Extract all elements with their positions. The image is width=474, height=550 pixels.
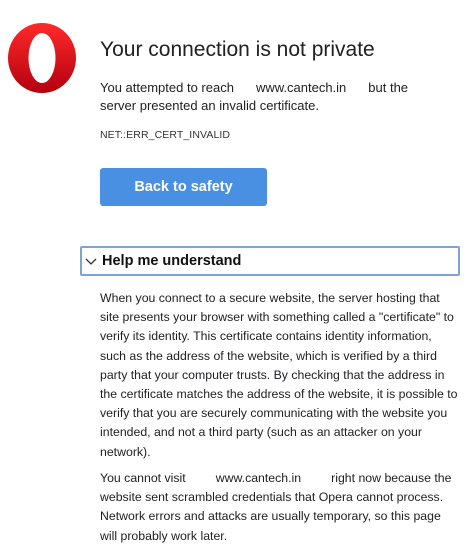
chevron-down-icon <box>85 258 97 265</box>
details-paragraph-2: You cannot visit www.cantech.in right now … <box>100 469 460 546</box>
para2-before: You cannot visit <box>100 471 186 485</box>
page-title: Your connection is not private <box>100 38 375 61</box>
back-to-safety-button[interactable]: Back to safety <box>100 168 267 206</box>
intro-text: You attempted to reach www.cantech.in but … <box>100 79 440 115</box>
intro-before: You attempted to reach <box>100 80 234 95</box>
details-paragraph-1: When you connect to a secure website, th… <box>100 291 458 459</box>
help-me-understand-label: Help me understand <box>102 253 242 269</box>
intro-domain: www.cantech.in <box>255 80 347 95</box>
error-code: NET::ERR_CERT_INVALID <box>100 129 231 141</box>
para2-domain: www.cantech.in <box>215 471 302 485</box>
help-me-understand-toggle[interactable]: Help me understand <box>80 246 460 276</box>
opera-logo-icon <box>8 23 76 93</box>
